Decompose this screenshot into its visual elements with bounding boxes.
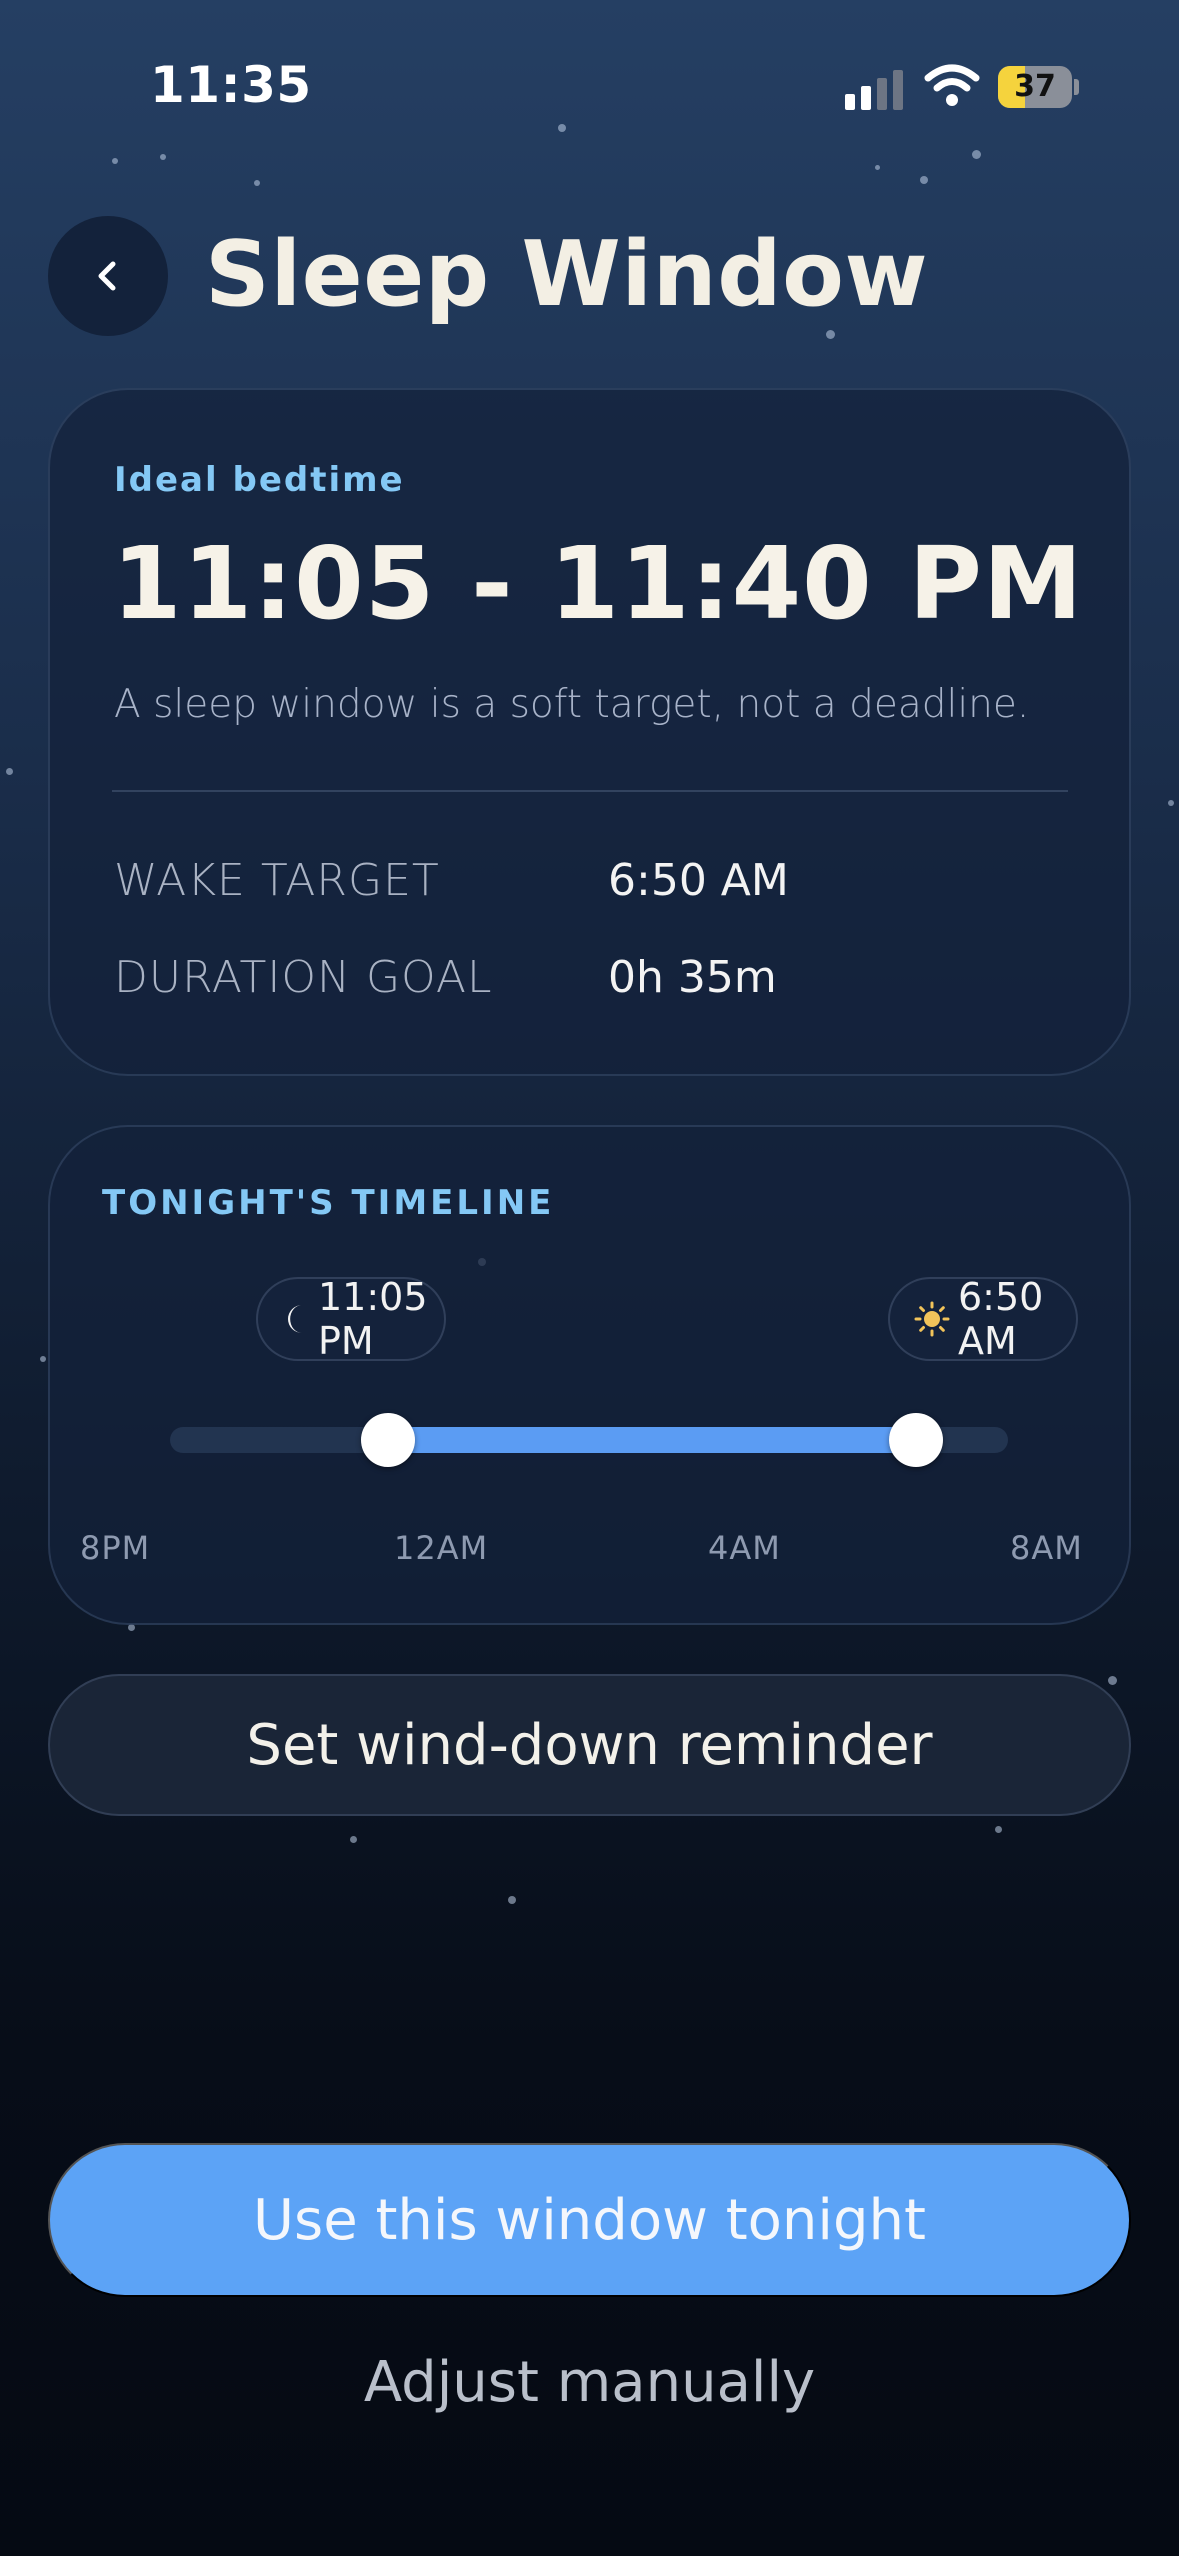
back-button[interactable] bbox=[48, 216, 168, 336]
wake-target-value: 6:50 AM bbox=[608, 855, 789, 906]
bedtime-range: 11:05 - 11:40 PM bbox=[112, 525, 1084, 642]
duration-goal-value: 0h 35m bbox=[608, 952, 777, 1003]
wind-down-reminder-button[interactable]: Set wind-down reminder bbox=[48, 1674, 1131, 1816]
battery-percentage: 37 bbox=[1014, 69, 1056, 104]
timeline-label: TONIGHT'S TIMELINE bbox=[102, 1183, 555, 1223]
page-title: Sleep Window bbox=[205, 222, 929, 327]
wake-handle[interactable] bbox=[888, 1413, 943, 1467]
tick-label: 8AM bbox=[1010, 1529, 1083, 1567]
wake-pill: 6:50 AM bbox=[888, 1275, 1078, 1363]
wake-target-label: WAKE TARGET bbox=[114, 855, 440, 906]
status-time: 11:35 bbox=[150, 56, 312, 114]
divider bbox=[112, 790, 1068, 792]
duration-goal-label: DURATION GOAL bbox=[114, 952, 493, 1003]
sun-icon bbox=[914, 1301, 950, 1337]
tick-label: 4AM bbox=[708, 1529, 781, 1567]
use-window-button[interactable]: Use this window tonight bbox=[48, 2143, 1131, 2297]
chevron-left-icon bbox=[98, 261, 116, 291]
bedtime-pill: 11:05 PM bbox=[256, 1275, 446, 1363]
cellular-signal-icon bbox=[845, 70, 903, 110]
ideal-bedtime-card: Ideal bedtime 11:05 - 11:40 PM A sleep w… bbox=[48, 388, 1131, 1076]
bedtime-subtitle: A sleep window is a soft target, not a d… bbox=[114, 682, 1030, 727]
status-bar: 11:35 37 bbox=[0, 0, 1179, 170]
tick-label: 8PM bbox=[80, 1529, 151, 1567]
bedtime-pill-time: 11:05 PM bbox=[318, 1275, 428, 1363]
bedtime-handle[interactable] bbox=[360, 1413, 415, 1467]
adjust-manually-button[interactable]: Adjust manually bbox=[0, 2350, 1179, 2415]
moon-icon bbox=[282, 1301, 310, 1337]
sleep-window-fill bbox=[387, 1427, 916, 1453]
ideal-bedtime-label: Ideal bedtime bbox=[114, 460, 405, 500]
wake-pill-time: 6:50 AM bbox=[958, 1275, 1044, 1363]
tonight-timeline-card: TONIGHT'S TIMELINE 11:05 PM 6:50 AM 8PM … bbox=[48, 1125, 1131, 1625]
wifi-icon bbox=[924, 64, 980, 106]
tick-label: 12AM bbox=[394, 1529, 489, 1567]
battery-icon: 37 bbox=[998, 66, 1079, 108]
